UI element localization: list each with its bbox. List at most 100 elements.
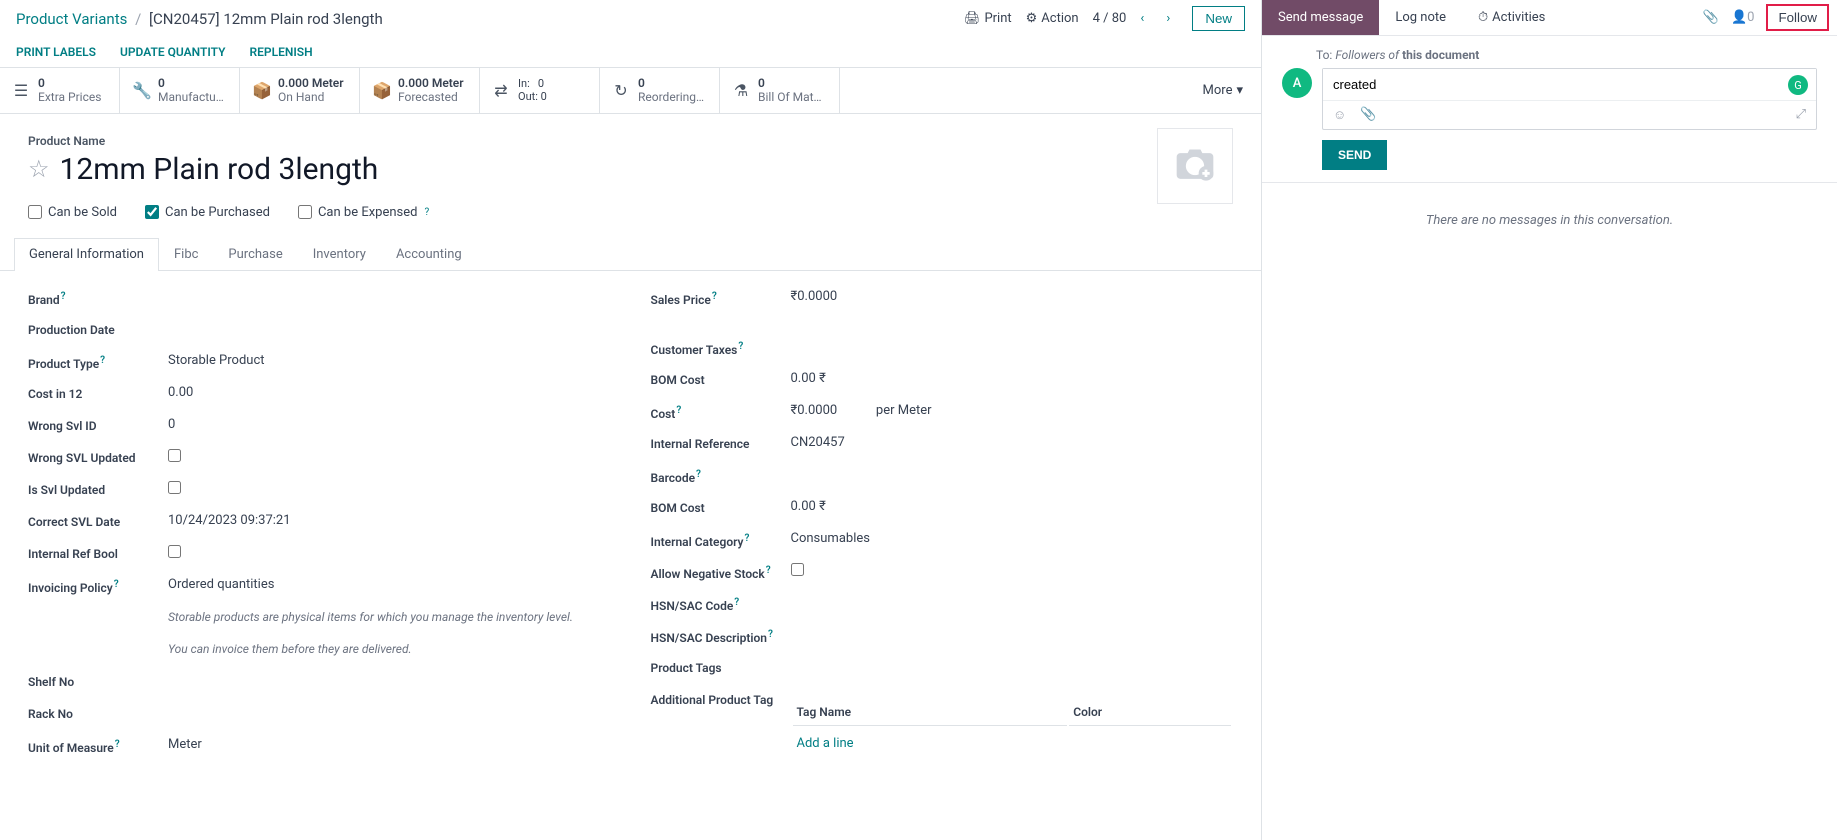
tab-log-note[interactable]: Log note xyxy=(1379,0,1462,35)
invoicing-policy-label: Invoicing Policy? xyxy=(28,577,168,595)
product-type-value[interactable]: Storable Product xyxy=(168,353,611,368)
internal-ref-bool-checkbox[interactable] xyxy=(168,545,181,558)
print-button[interactable]: 🖨 Print xyxy=(964,11,1012,26)
stat-manufacturing[interactable]: 🔧 0Manufactu… xyxy=(120,68,240,113)
new-button[interactable]: New xyxy=(1192,6,1245,31)
bom-cost2-value: 0.00 ₹ xyxy=(791,499,1234,514)
stat-on-hand[interactable]: 📦 0.000 MeterOn Hand xyxy=(240,68,360,113)
message-input[interactable] xyxy=(1323,69,1816,100)
flask-icon: ⚗ xyxy=(732,81,750,100)
barcode-label: Barcode? xyxy=(651,467,791,485)
tab-purchase[interactable]: Purchase xyxy=(213,238,297,270)
print-labels-link[interactable]: PRINT LABELS xyxy=(16,45,96,59)
camera-add-icon xyxy=(1173,144,1217,188)
invoicing-policy-value[interactable]: Ordered quantities xyxy=(168,577,611,592)
internal-ref-value[interactable]: CN20457 xyxy=(791,435,1234,450)
emoji-icon[interactable]: ☺ xyxy=(1333,107,1346,123)
add-line-link[interactable]: Add a line xyxy=(797,736,854,751)
allow-negative-checkbox[interactable] xyxy=(791,563,804,576)
wrench-icon: 🔧 xyxy=(132,81,150,100)
avatar: A xyxy=(1282,68,1312,98)
attachment-icon[interactable]: 📎 xyxy=(1703,10,1719,25)
brand-label: Brand? xyxy=(28,289,168,307)
stat-more[interactable]: More ▾ xyxy=(1185,68,1261,113)
pager-prev[interactable]: ‹ xyxy=(1132,9,1152,29)
follow-button[interactable]: Follow xyxy=(1766,4,1829,31)
internal-category-label: Internal Category? xyxy=(651,531,791,549)
is-svl-updated-checkbox[interactable] xyxy=(168,481,181,494)
followers-icon[interactable]: 👤0 xyxy=(1731,10,1755,25)
pager-next[interactable]: › xyxy=(1158,9,1178,29)
cost-in-12-label: Cost in 12 xyxy=(28,385,168,401)
internal-ref-label: Internal Reference xyxy=(651,435,791,451)
stat-extra-prices[interactable]: ☰ 0Extra Prices xyxy=(0,68,120,113)
favorite-star[interactable]: ☆ xyxy=(28,155,50,183)
action-button[interactable]: ⚙ Action xyxy=(1026,11,1079,26)
send-button[interactable]: SEND xyxy=(1322,140,1387,170)
can-be-purchased-checkbox[interactable]: Can be Purchased xyxy=(145,205,270,220)
cost-unit: per Meter xyxy=(876,403,932,418)
wrong-svl-updated-checkbox[interactable] xyxy=(168,449,181,462)
sales-price-label: Sales Price? xyxy=(651,289,791,307)
expand-icon[interactable]: ⤢ xyxy=(1796,107,1806,123)
transfer-icon: ⇄ xyxy=(492,81,510,100)
stat-bom[interactable]: ⚗ 0Bill Of Mat… xyxy=(720,68,840,113)
cost-in-12-value[interactable]: 0.00 xyxy=(168,385,611,400)
tab-general[interactable]: General Information xyxy=(14,238,159,270)
tab-send-message[interactable]: Send message xyxy=(1262,0,1379,35)
cubes-icon: 📦 xyxy=(372,81,390,100)
can-be-expensed-checkbox[interactable]: Can be Expensed? xyxy=(298,205,429,220)
uom-label: Unit of Measure? xyxy=(28,737,168,755)
cost-value[interactable]: ₹0.0000 xyxy=(791,403,838,418)
rack-no-label: Rack No xyxy=(28,705,168,721)
correct-svl-date-label: Correct SVL Date xyxy=(28,513,168,529)
pager-text: 4 / 80 xyxy=(1093,11,1127,26)
breadcrumb-current: [CN20457] 12mm Plain rod 3length xyxy=(149,10,383,28)
tab-inventory[interactable]: Inventory xyxy=(298,238,381,270)
attach-icon[interactable]: 📎 xyxy=(1360,107,1376,123)
correct-svl-date-value[interactable]: 10/24/2023 09:37:21 xyxy=(168,513,611,528)
list-icon: ☰ xyxy=(12,81,30,100)
tab-activities[interactable]: Activities xyxy=(1462,0,1561,35)
product-type-label: Product Type? xyxy=(28,353,168,371)
breadcrumb-root[interactable]: Product Variants xyxy=(16,10,127,28)
tag-col-name: Tag Name xyxy=(793,699,1068,726)
wrong-svl-id-label: Wrong Svl ID xyxy=(28,417,168,433)
cost-label: Cost? xyxy=(651,403,791,421)
replenish-link[interactable]: REPLENISH xyxy=(250,45,313,59)
internal-ref-bool-label: Internal Ref Bool xyxy=(28,545,168,561)
hsn-desc-label: HSN/SAC Description? xyxy=(651,627,791,645)
wrong-svl-updated-label: Wrong SVL Updated xyxy=(28,449,168,465)
bom-cost-label: BOM Cost xyxy=(651,371,791,387)
product-image-placeholder[interactable] xyxy=(1157,128,1233,204)
to-line: To: Followers of this document xyxy=(1316,48,1817,62)
tag-col-color: Color xyxy=(1069,699,1231,726)
invoicing-help-1: Storable products are physical items for… xyxy=(168,609,611,626)
grammarly-icon[interactable]: G xyxy=(1788,75,1808,95)
cubes-icon: 📦 xyxy=(252,81,270,100)
product-name-label: Product Name xyxy=(28,134,1233,148)
is-svl-updated-label: Is Svl Updated xyxy=(28,481,168,497)
hsn-code-label: HSN/SAC Code? xyxy=(651,595,791,613)
can-be-sold-checkbox[interactable]: Can be Sold xyxy=(28,205,117,220)
update-quantity-link[interactable]: UPDATE QUANTITY xyxy=(120,45,226,59)
stat-reordering[interactable]: ↻ 0Reordering… xyxy=(600,68,720,113)
tab-fibc[interactable]: Fibc xyxy=(159,238,213,270)
production-date-label: Production Date xyxy=(28,321,168,337)
wrong-svl-id-value[interactable]: 0 xyxy=(168,417,611,432)
bom-cost2-label: BOM Cost xyxy=(651,499,791,515)
product-name[interactable]: 12mm Plain rod 3length xyxy=(60,152,379,187)
internal-category-value[interactable]: Consumables xyxy=(791,531,1234,546)
invoicing-help-2: You can invoice them before they are del… xyxy=(168,641,611,658)
tab-accounting[interactable]: Accounting xyxy=(381,238,477,270)
additional-tag-label: Additional Product Tag xyxy=(651,691,791,707)
stat-in-out[interactable]: ⇄ In: 0 Out: 0 xyxy=(480,68,600,113)
uom-value[interactable]: Meter xyxy=(168,737,611,752)
refresh-icon: ↻ xyxy=(612,81,630,100)
product-tags-label: Product Tags xyxy=(651,659,791,675)
stat-forecasted[interactable]: 📦 0.000 MeterForecasted xyxy=(360,68,480,113)
sales-price-value[interactable]: ₹0.0000 xyxy=(791,289,1234,304)
customer-taxes-label: Customer Taxes? xyxy=(651,339,791,357)
shelf-no-label: Shelf No xyxy=(28,673,168,689)
empty-messages: There are no messages in this conversati… xyxy=(1262,183,1837,258)
